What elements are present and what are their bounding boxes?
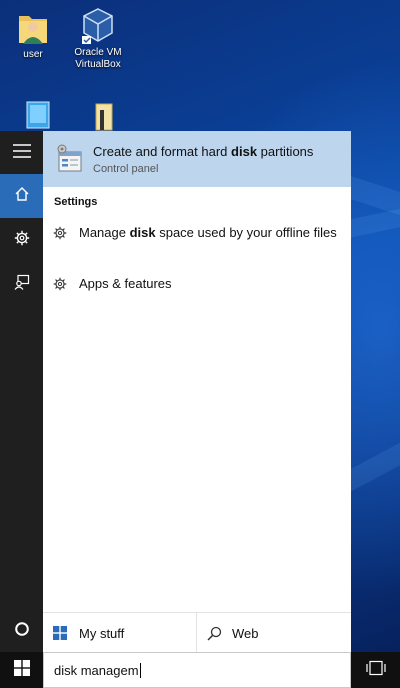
my-stuff-tab[interactable]: My stuff bbox=[53, 613, 193, 653]
result-text: Manage bbox=[79, 225, 130, 240]
cortana-button[interactable] bbox=[0, 609, 43, 653]
task-view-button[interactable] bbox=[351, 652, 400, 688]
search-query-text: disk managem bbox=[54, 663, 139, 678]
home-button[interactable] bbox=[0, 174, 43, 218]
result-label: Manage disk space used by your offline f… bbox=[79, 224, 341, 242]
title-text: partitions bbox=[257, 144, 314, 159]
gear-icon bbox=[53, 277, 67, 296]
task-view-icon bbox=[365, 660, 386, 681]
best-match-result[interactable]: Create and format hard disk partitions C… bbox=[43, 131, 351, 187]
virtualbox-icon bbox=[78, 6, 118, 44]
settings-button[interactable] bbox=[0, 218, 43, 262]
hamburger-menu-button[interactable] bbox=[0, 131, 43, 175]
text-caret bbox=[139, 663, 141, 678]
web-label: Web bbox=[232, 625, 259, 641]
user-folder-icon bbox=[13, 8, 53, 46]
taskbar: disk managem bbox=[0, 652, 400, 688]
disk-management-icon bbox=[53, 142, 85, 179]
cortana-icon bbox=[14, 621, 30, 642]
taskbar-search-input[interactable]: disk managem bbox=[43, 652, 351, 688]
best-match-subtitle: Control panel bbox=[93, 163, 159, 175]
best-match-title: Create and format hard disk partitions bbox=[93, 144, 313, 159]
search-results-panel: Create and format hard disk partitions C… bbox=[43, 131, 351, 653]
home-icon bbox=[14, 186, 30, 207]
my-stuff-label: My stuff bbox=[79, 625, 125, 641]
hamburger-menu-icon bbox=[12, 143, 31, 163]
start-menu: Create and format hard disk partitions C… bbox=[0, 131, 351, 653]
title-highlight: disk bbox=[231, 144, 258, 159]
desktop-icon-label: user bbox=[23, 49, 43, 60]
search-query: disk managem bbox=[54, 663, 141, 678]
settings-section-heading: Settings bbox=[54, 196, 98, 208]
result-highlight: disk bbox=[129, 225, 156, 240]
desktop-icon-user[interactable]: user bbox=[1, 8, 65, 61]
desktop-icon-label: Oracle VM VirtualBox bbox=[74, 47, 122, 70]
tab-divider bbox=[196, 613, 197, 653]
web-tab[interactable]: Web bbox=[207, 613, 347, 653]
result-label: Apps & features bbox=[79, 276, 172, 291]
start-button[interactable] bbox=[0, 652, 43, 688]
settings-result-manage-disk-space[interactable]: Manage disk space used by your offline f… bbox=[43, 224, 351, 264]
search-scope-bar: My stuff Web bbox=[43, 612, 351, 653]
windows-logo-icon bbox=[53, 626, 67, 640]
search-icon bbox=[207, 626, 222, 641]
gear-icon bbox=[53, 226, 67, 245]
windows-logo-icon bbox=[13, 659, 30, 681]
title-text: Create and format hard bbox=[93, 144, 232, 159]
feedback-icon bbox=[14, 274, 30, 295]
settings-result-apps-features[interactable]: Apps & features bbox=[43, 275, 351, 299]
feedback-button[interactable] bbox=[0, 262, 43, 306]
start-rail bbox=[0, 131, 43, 652]
gear-icon bbox=[14, 230, 30, 251]
result-text: space used by your offline files bbox=[155, 225, 337, 240]
desktop-icon-virtualbox[interactable]: Oracle VM VirtualBox bbox=[66, 6, 130, 71]
